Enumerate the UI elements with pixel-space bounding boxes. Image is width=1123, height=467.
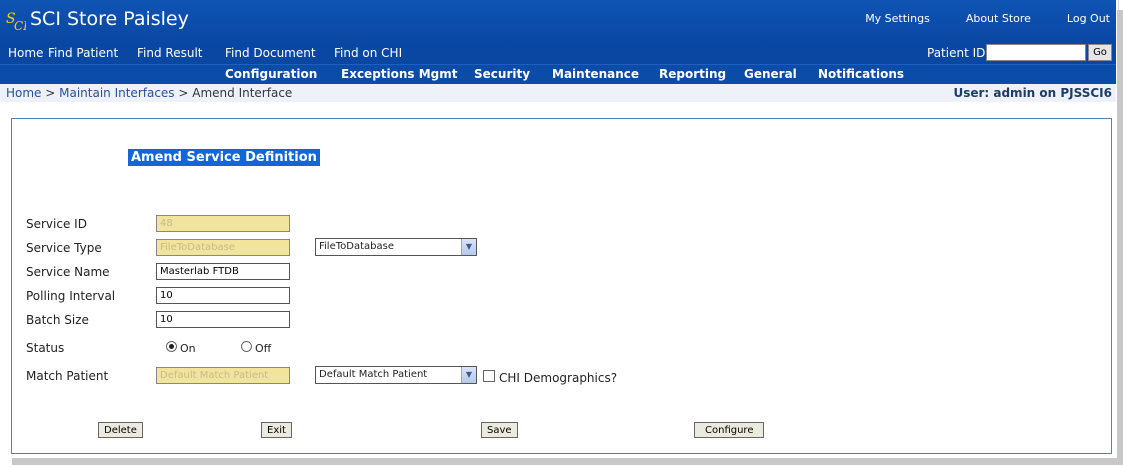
chi-demographics-checkbox[interactable] bbox=[483, 370, 495, 382]
service-name-field[interactable] bbox=[156, 263, 290, 280]
nav-find-patient[interactable]: Find Patient bbox=[48, 46, 118, 60]
service-id-label: Service ID bbox=[26, 217, 87, 231]
status-label: Status bbox=[26, 341, 65, 355]
about-store-link[interactable]: About Store bbox=[930, 12, 1031, 25]
log-out-link[interactable]: Log Out bbox=[1031, 12, 1110, 25]
service-id-field bbox=[156, 215, 290, 232]
breadcrumb-home[interactable]: Home bbox=[6, 86, 41, 100]
top-links: My Settings About Store Log Out bbox=[829, 12, 1110, 25]
svg-text:CI: CI bbox=[14, 19, 26, 32]
chevron-down-icon[interactable]: ▼ bbox=[461, 239, 476, 255]
batch-size-label: Batch Size bbox=[26, 313, 89, 327]
app-title: SCI Store Paisley bbox=[30, 8, 189, 30]
nav-find-document[interactable]: Find Document bbox=[225, 46, 316, 60]
shadow bbox=[12, 458, 1122, 465]
batch-size-field[interactable] bbox=[156, 311, 290, 328]
patient-id-input[interactable] bbox=[986, 44, 1086, 61]
match-patient-selected: Default Match Patient bbox=[319, 369, 428, 380]
chevron-down-icon[interactable]: ▼ bbox=[461, 367, 476, 383]
match-patient-label: Match Patient bbox=[26, 369, 109, 383]
match-patient-select[interactable]: Default Match Patient ▼ bbox=[315, 366, 477, 384]
polling-interval-label: Polling Interval bbox=[26, 289, 116, 303]
service-type-label: Service Type bbox=[26, 241, 102, 255]
menu-maintenance[interactable]: Maintenance bbox=[552, 67, 639, 81]
header-bar: S CI SCI Store Paisley My Settings About… bbox=[0, 0, 1116, 43]
nav-home[interactable]: Home bbox=[8, 46, 43, 60]
polling-interval-field[interactable] bbox=[156, 287, 290, 304]
breadcrumb-current: Amend Interface bbox=[192, 86, 293, 100]
exit-button[interactable]: Exit bbox=[261, 422, 292, 438]
nav-find-on-chi[interactable]: Find on CHI bbox=[334, 46, 402, 60]
section-title: Amend Service Definition bbox=[128, 149, 320, 166]
nav-find-result[interactable]: Find Result bbox=[137, 46, 202, 60]
service-type-selected: FileToDatabase bbox=[319, 241, 394, 252]
service-type-field bbox=[156, 239, 290, 256]
breadcrumb-separator: > bbox=[41, 86, 60, 100]
menu-notifications[interactable]: Notifications bbox=[818, 67, 904, 81]
status-on-radio[interactable] bbox=[166, 341, 177, 352]
status-off-radio[interactable] bbox=[241, 341, 252, 352]
menu-general[interactable]: General bbox=[744, 67, 797, 81]
menu-configuration[interactable]: Configuration bbox=[225, 67, 317, 81]
save-button[interactable]: Save bbox=[481, 422, 518, 438]
form-panel: Amend Service Definition Service ID Serv… bbox=[11, 118, 1112, 454]
breadcrumb: Home > Maintain Interfaces > Amend Inter… bbox=[6, 86, 292, 100]
breadcrumb-bar: Home > Maintain Interfaces > Amend Inter… bbox=[0, 84, 1116, 102]
breadcrumb-maintain-interfaces[interactable]: Maintain Interfaces bbox=[59, 86, 174, 100]
nav-bar: Home Find Patient Find Result Find Docum… bbox=[0, 43, 1116, 64]
go-button[interactable]: Go bbox=[1088, 44, 1112, 61]
patient-id-label: Patient ID: bbox=[927, 46, 990, 60]
user-info: User: admin on PJSSCI6 bbox=[953, 86, 1112, 100]
service-name-label: Service Name bbox=[26, 265, 110, 279]
breadcrumb-separator: > bbox=[174, 86, 193, 100]
chi-demographics-label: CHI Demographics? bbox=[499, 371, 618, 385]
menu-security[interactable]: Security bbox=[474, 67, 530, 81]
status-on-label: On bbox=[180, 342, 196, 355]
status-off-label: Off bbox=[255, 342, 272, 355]
match-patient-field bbox=[156, 367, 290, 384]
menu-reporting[interactable]: Reporting bbox=[659, 67, 726, 81]
shadow bbox=[1117, 10, 1123, 465]
my-settings-link[interactable]: My Settings bbox=[829, 12, 930, 25]
main-menu: Configuration Exceptions Mgmt Security M… bbox=[0, 64, 1116, 84]
sci-logo-icon: S CI bbox=[6, 11, 26, 32]
configure-button[interactable]: Configure bbox=[694, 422, 765, 438]
menu-exceptions-mgmt[interactable]: Exceptions Mgmt bbox=[341, 67, 458, 81]
delete-button[interactable]: Delete bbox=[98, 422, 143, 438]
service-type-select[interactable]: FileToDatabase ▼ bbox=[315, 238, 477, 256]
